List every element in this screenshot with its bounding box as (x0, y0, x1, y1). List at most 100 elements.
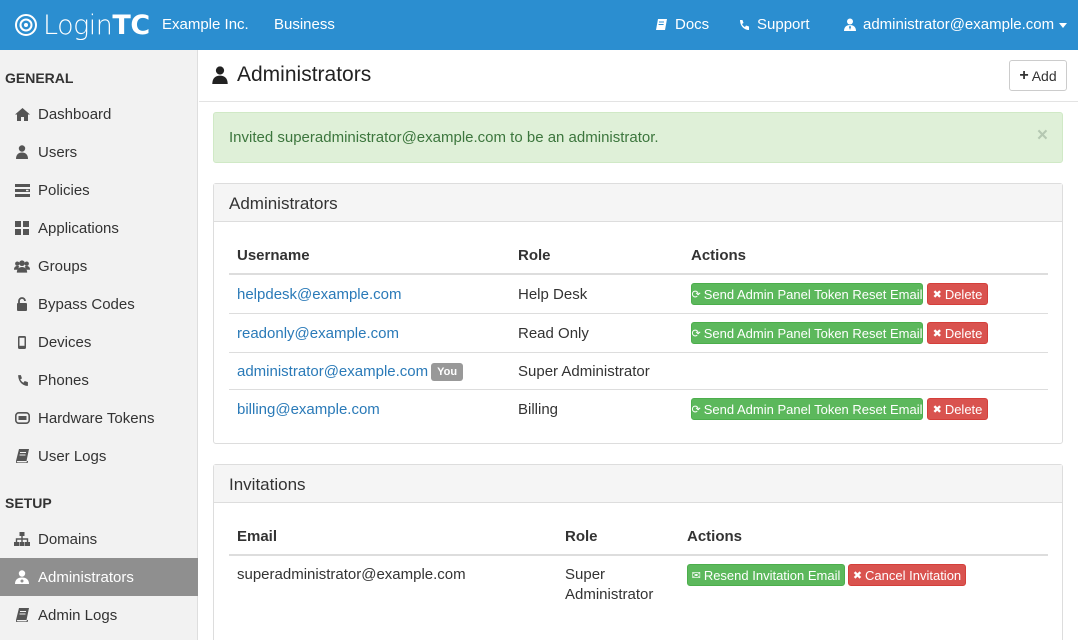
invitations-panel: Invitations Email Role Actions superadmi… (213, 464, 1063, 640)
admin-username-link[interactable]: billing@example.com (237, 401, 380, 418)
nav-plan-link[interactable]: Business (274, 16, 335, 33)
nav-docs-label: Docs (675, 16, 710, 33)
sidebar-heading-setup: SETUP (5, 495, 52, 511)
sidebar-item-label: Admin Logs (38, 606, 118, 624)
mobile-icon (14, 334, 30, 350)
invitation-role-line2: Administrator (565, 586, 654, 603)
page-title: Administrators (212, 63, 371, 87)
sidebar-item-label: Domains (38, 530, 98, 548)
table-header-divider (229, 554, 1048, 556)
nav-organization-link[interactable]: Example Inc. (162, 16, 249, 33)
unlock-icon (14, 296, 30, 312)
delete-label: Delete (944, 286, 983, 302)
sidebar-item-label: Administrators (38, 568, 134, 586)
admin-role: Billing (518, 401, 559, 418)
nav-support-label: Support (757, 16, 810, 33)
cancel-invitation-label: Cancel Invitation (865, 567, 962, 583)
row-divider (229, 389, 1048, 390)
admin-username-link[interactable]: administrator@example.com (237, 363, 428, 380)
sidebar-item-phones[interactable]: Phones (0, 361, 198, 399)
delete-button[interactable]: ✖ Delete (927, 283, 988, 305)
sidebar: GENERAL Dashboard Users Policies Applica… (0, 50, 198, 640)
column-header-actions: Actions (687, 528, 743, 545)
send-token-reset-label: Send Admin Panel Token Reset Email (703, 401, 923, 417)
sidebar-item-admin-logs[interactable]: Admin Logs (0, 596, 198, 634)
column-header-role: Role (518, 247, 551, 264)
book-icon (656, 19, 667, 30)
send-token-reset-button[interactable]: ⟳ Send Admin Panel Token Reset Email (691, 398, 923, 420)
cancel-invitation-button[interactable]: ✖ Cancel Invitation (848, 564, 966, 586)
sidebar-heading-general: GENERAL (5, 70, 74, 86)
resend-invitation-button[interactable]: ✉ Resend Invitation Email (687, 564, 845, 586)
admin-username-link[interactable]: readonly@example.com (237, 325, 399, 342)
sidebar-item-policies[interactable]: Policies (0, 171, 198, 209)
delete-button[interactable]: ✖ Delete (927, 398, 988, 420)
group-icon (14, 258, 30, 274)
sidebar-item-groups[interactable]: Groups (0, 247, 198, 285)
delete-button[interactable]: ✖ Delete (927, 322, 988, 344)
sidebar-item-devices[interactable]: Devices (0, 323, 198, 361)
brand-name: LoginTC (43, 9, 150, 41)
sidebar-item-bypass-codes[interactable]: Bypass Codes (0, 285, 198, 323)
alert-message: Invited superadministrator@example.com t… (229, 129, 659, 146)
admin-icon (14, 569, 30, 585)
nav-support-link[interactable]: Support (738, 16, 810, 33)
admin-role: Super Administrator (518, 363, 650, 380)
admin-username-cell: administrator@example.com You (237, 363, 464, 381)
sidebar-item-dashboard[interactable]: Dashboard (0, 95, 198, 133)
table-header-divider (229, 273, 1048, 275)
administrators-panel: Administrators Username Role Actions hel… (213, 183, 1063, 444)
sidebar-item-user-logs[interactable]: User Logs (0, 437, 198, 475)
sidebar-item-hardware-tokens[interactable]: Hardware Tokens (0, 399, 198, 437)
nav-docs-link[interactable]: Docs (655, 16, 709, 33)
row-divider (229, 313, 1048, 314)
refresh-icon: ⟳ (691, 327, 701, 340)
sidebar-item-label: Users (38, 143, 78, 161)
sidebar-item-label: Applications (38, 219, 119, 237)
user-icon (212, 66, 228, 84)
times-icon: ✖ (932, 403, 942, 416)
grid-icon (14, 220, 30, 236)
sidebar-item-label: Groups (38, 257, 88, 275)
column-header-email: Email (237, 528, 278, 545)
plus-icon: + (1019, 66, 1029, 84)
home-icon (14, 106, 30, 122)
admin-role: Help Desk (518, 286, 588, 303)
token-icon (14, 410, 30, 426)
send-token-reset-label: Send Admin Panel Token Reset Email (703, 286, 923, 302)
delete-label: Delete (944, 325, 983, 341)
add-administrator-button[interactable]: + Add (1009, 60, 1067, 91)
sidebar-item-applications[interactable]: Applications (0, 209, 198, 247)
send-token-reset-label: Send Admin Panel Token Reset Email (703, 325, 923, 341)
sidebar-item-label: Dashboard (38, 105, 112, 123)
invitation-role-line1: Super (565, 566, 606, 583)
close-icon[interactable]: × (1037, 125, 1048, 147)
times-icon: ✖ (932, 288, 942, 301)
sidebar-item-label: Hardware Tokens (38, 409, 155, 427)
sidebar-item-label: Phones (38, 371, 89, 389)
sidebar-item-domains[interactable]: Domains (0, 520, 198, 558)
book-icon (14, 448, 30, 464)
column-header-actions: Actions (691, 247, 747, 264)
times-icon: ✖ (852, 569, 863, 582)
phone-icon (740, 19, 749, 30)
admin-username-link[interactable]: helpdesk@example.com (237, 286, 401, 303)
sidebar-item-label: Devices (38, 333, 92, 351)
sidebar-item-label: User Logs (38, 447, 107, 465)
nav-user-menu[interactable]: administrator@example.com (844, 16, 1068, 33)
caret-down-icon (1059, 22, 1068, 28)
logo-mark-icon (15, 14, 37, 36)
sidebar-item-users[interactable]: Users (0, 133, 198, 171)
you-badge: You (431, 363, 464, 381)
add-button-label: Add (1031, 67, 1057, 84)
sidebar-item-administrators[interactable]: Administrators (0, 558, 198, 596)
sidebar-item-label: Bypass Codes (38, 295, 135, 313)
times-icon: ✖ (932, 327, 942, 340)
send-token-reset-button[interactable]: ⟳ Send Admin Panel Token Reset Email (691, 322, 923, 344)
send-token-reset-button[interactable]: ⟳ Send Admin Panel Token Reset Email (691, 283, 923, 305)
logintc-logo[interactable]: LoginTC (14, 7, 150, 43)
refresh-icon: ⟳ (691, 403, 701, 416)
panel-title: Administrators (214, 184, 1062, 222)
nav-user-label: administrator@example.com (863, 16, 1055, 33)
column-header-username: Username (237, 247, 310, 264)
